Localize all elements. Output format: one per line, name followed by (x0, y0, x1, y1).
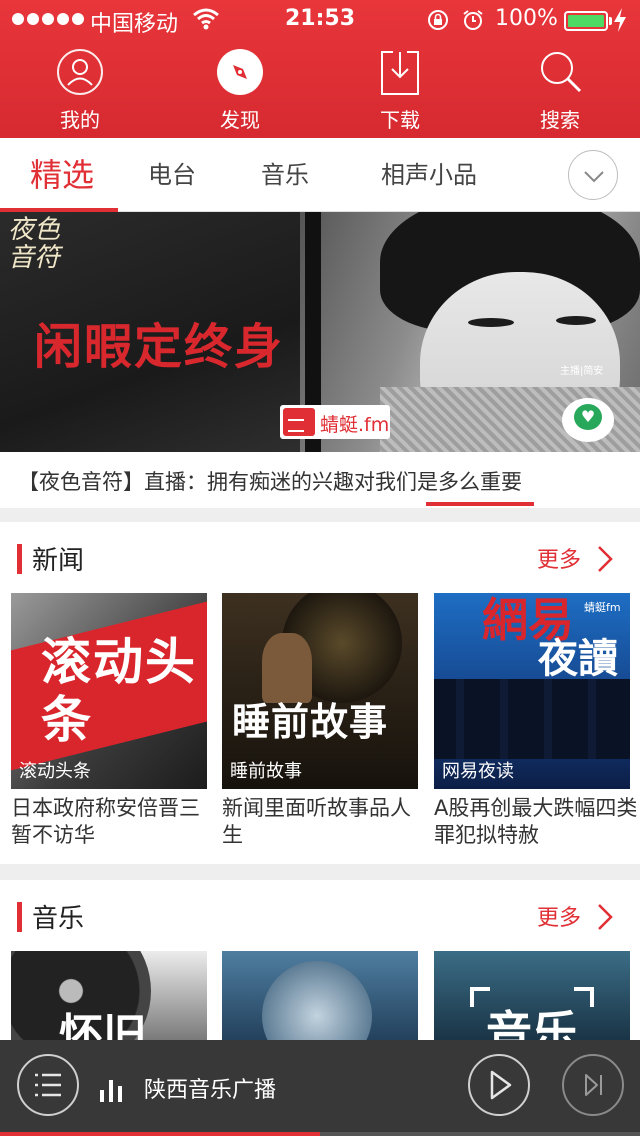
news-title: 新闻 (32, 546, 85, 576)
battery-level (568, 15, 604, 27)
app-screen: 中国移动 21:53 100% 我的 发现 下载 搜索 精选 电台 音乐 相声小… (0, 0, 640, 1136)
fm-logo-text: 蜻蜓.fm (320, 414, 390, 436)
news-card-tag: 睡前故事 (230, 761, 302, 782)
qingting-fm-logo: 蜻蜓.fm (280, 405, 390, 439)
tab-radio[interactable]: 电台 (148, 138, 196, 212)
playback-progress-fill (0, 1132, 320, 1136)
tab-crosstalk[interactable]: 相声小品 (381, 138, 477, 212)
battery-percent: 100% (495, 6, 558, 31)
download-icon (381, 51, 419, 95)
heart-icon: ♥ (574, 404, 602, 430)
news-card-tag: 网易夜读 (442, 761, 514, 782)
chevron-right-icon[interactable] (596, 545, 614, 573)
music-more-link[interactable]: 更多 (537, 900, 581, 932)
status-bar: 中国移动 21:53 100% (0, 0, 640, 40)
news-card-caption: 日本政府称安倍晋三暂不访华 (11, 796, 200, 847)
music-card[interactable]: 音乐 (434, 951, 630, 1040)
music-section: 音乐 更多 怀旧 音乐 (0, 880, 640, 1040)
radio-icon (283, 408, 315, 436)
list-icon (35, 1073, 61, 1097)
news-card-caption: A股再创最大跌幅四类罪犯拟特赦 (434, 796, 638, 847)
chevron-down-icon (584, 171, 604, 183)
search-icon (541, 52, 582, 93)
tab-featured[interactable]: 精选 (30, 138, 94, 212)
news-card-image: 睡前故事 睡前故事 (222, 593, 418, 789)
portrait-image (262, 961, 372, 1040)
nav-download-label: 下载 (380, 108, 420, 132)
nav-discover[interactable]: 发现 (185, 44, 295, 136)
heart-logo: ♥ (562, 398, 614, 442)
section-marker (17, 544, 22, 574)
next-button[interactable] (562, 1054, 624, 1116)
banner-eye (468, 318, 514, 327)
now-playing-station: 陕西音乐广播 (144, 1078, 277, 1103)
music-card-image-text: 音乐 (486, 1006, 578, 1040)
playback-progress (0, 1132, 640, 1136)
battery-tip (609, 17, 612, 25)
music-card-image-text: 怀旧 (59, 1010, 147, 1040)
nav-mine[interactable]: 我的 (25, 44, 135, 136)
header: 中国移动 21:53 100% 我的 发现 下载 搜索 (0, 0, 640, 138)
news-section: 新闻 更多 滚动头条 滚动头条 日本政府称安倍晋三暂不访华 睡前故事 睡前故事 … (0, 522, 640, 864)
section-marker (17, 902, 22, 932)
banner-title: 闲暇定终身 (34, 319, 285, 375)
image-fm-logo: 蜻蜓fm (584, 601, 621, 614)
news-card-image-text: 夜讀 (538, 635, 618, 682)
image-skyline (434, 679, 630, 759)
banner-logo: 夜色音符 (8, 215, 61, 273)
charging-icon (614, 8, 626, 32)
banner-caption-text: 【夜色音符】直播：拥有痴迷的兴趣对我们是多么重要 (18, 470, 522, 494)
news-card-tag: 滚动头条 (19, 761, 91, 782)
expand-tabs-button[interactable] (568, 150, 618, 200)
equalizer-icon (100, 1080, 122, 1102)
music-card[interactable] (222, 951, 418, 1040)
news-card-image: 滚动头条 滚动头条 (11, 593, 207, 789)
category-tabs: 精选 电台 音乐 相声小品 (0, 138, 640, 212)
chevron-right-icon[interactable] (596, 903, 614, 931)
banner-caption[interactable]: 【夜色音符】直播：拥有痴迷的兴趣对我们是多么重要 (0, 452, 640, 508)
news-card-image: 網易 夜讀 蜻蜓fm 网易夜读 (434, 593, 630, 789)
nav-mine-label: 我的 (60, 108, 100, 132)
rotation-lock-icon (428, 10, 448, 30)
nav-download[interactable]: 下载 (345, 44, 455, 136)
battery-icon (564, 11, 608, 31)
banner-anchor: 主播|简安 (560, 366, 604, 377)
top-navigation: 我的 发现 下载 搜索 (0, 44, 640, 136)
news-card[interactable]: 睡前故事 睡前故事 新闻里面听故事品人生 (222, 593, 418, 847)
nav-discover-label: 发现 (220, 108, 260, 132)
play-icon (490, 1070, 512, 1100)
news-card[interactable]: 網易 夜讀 蜻蜓fm 网易夜读 A股再创最大跌幅四类罪犯拟特赦 (434, 593, 637, 847)
news-more-link[interactable]: 更多 (537, 542, 581, 574)
tab-music[interactable]: 音乐 (261, 138, 309, 212)
user-icon (57, 49, 103, 95)
news-card-caption: 新闻里面听故事品人生 (222, 796, 411, 847)
news-card[interactable]: 滚动头条 滚动头条 日本政府称安倍晋三暂不访华 (11, 593, 207, 847)
news-card-image-text: 滚动头条 (41, 633, 197, 749)
music-card[interactable]: 怀旧 (11, 951, 207, 1040)
compass-icon (217, 49, 263, 95)
play-button[interactable] (468, 1054, 530, 1116)
playlist-button[interactable] (17, 1054, 79, 1116)
music-title: 音乐 (32, 904, 85, 934)
alarm-icon (463, 10, 483, 30)
news-card-image-text: 睡前故事 (232, 699, 389, 744)
banner-eye (556, 316, 596, 325)
skip-next-icon (585, 1074, 602, 1096)
banner-page-indicator (426, 502, 534, 506)
nav-search-label: 搜索 (540, 108, 580, 132)
nav-search[interactable]: 搜索 (505, 44, 615, 136)
mini-player: 陕西音乐广播 (0, 1040, 640, 1136)
